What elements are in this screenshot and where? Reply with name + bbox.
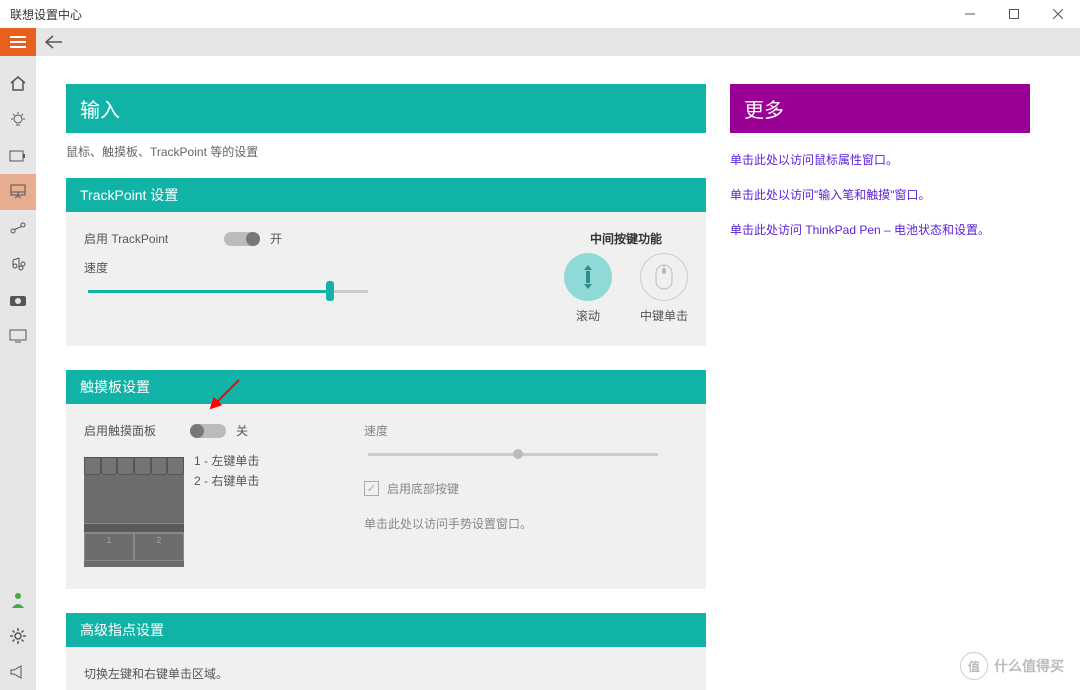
- middle-button-label: 中间按键功能: [564, 230, 688, 247]
- topbar: [0, 28, 1080, 56]
- middle-scroll-option[interactable]: 滚动: [564, 253, 612, 324]
- network-icon: [9, 221, 27, 235]
- touchpad-panel: 触摸板设置 启用触摸面板 关: [66, 370, 706, 589]
- sidebar-item-power[interactable]: [0, 138, 36, 174]
- audio-icon: [9, 256, 27, 272]
- sidebar-item-network[interactable]: [0, 210, 36, 246]
- trackpoint-speed-label: 速度: [84, 259, 214, 276]
- enable-touchpad-label: 启用触摸面板: [84, 422, 180, 439]
- megaphone-icon: [9, 664, 27, 680]
- mouse-icon: [655, 264, 673, 290]
- enable-trackpoint-toggle[interactable]: [224, 232, 260, 246]
- back-button[interactable]: [36, 28, 72, 56]
- bulb-icon: [9, 111, 27, 129]
- touchpad-speed-label: 速度: [364, 422, 688, 439]
- sidebar-item-display[interactable]: [0, 318, 36, 354]
- window-minimize-button[interactable]: [948, 0, 992, 28]
- camera-icon: [9, 293, 27, 307]
- hamburger-menu-button[interactable]: [0, 28, 36, 56]
- page-subtitle: 鼠标、触摸板、TrackPoint 等的设置: [66, 133, 706, 178]
- window-maximize-button[interactable]: [992, 0, 1036, 28]
- mouse-properties-link[interactable]: 单击此处以访问鼠标属性窗口。: [730, 151, 1030, 168]
- enable-touchpad-state: 关: [236, 422, 248, 439]
- gesture-settings-link[interactable]: 单击此处以访问手势设置窗口。: [364, 515, 688, 532]
- sidebar-item-audio[interactable]: [0, 246, 36, 282]
- enable-touchpad-toggle[interactable]: [190, 424, 226, 438]
- aside-title: 更多: [730, 84, 1030, 133]
- enable-trackpoint-label: 启用 TrackPoint: [84, 230, 214, 247]
- advanced-panel-title: 高级指点设置: [66, 613, 706, 647]
- legend-right-click: 2 - 右键单击: [194, 471, 259, 491]
- watermark: 值 什么值得买: [960, 652, 1064, 680]
- enable-trackpoint-state: 开: [270, 230, 282, 247]
- trackpoint-speed-slider[interactable]: [88, 290, 368, 293]
- swap-buttons-label: 切换左键和右键单击区域。: [84, 665, 688, 682]
- touchpad-icon: [9, 183, 27, 201]
- sidebar: [0, 56, 36, 690]
- sidebar-item-camera[interactable]: [0, 282, 36, 318]
- middle-click-option[interactable]: 中键单击: [640, 253, 688, 324]
- window-close-button[interactable]: [1036, 0, 1080, 28]
- sidebar-item-user[interactable]: [0, 582, 36, 618]
- touchpad-panel-title: 触摸板设置: [66, 370, 706, 404]
- legend-left-click: 1 - 左键单击: [194, 451, 259, 471]
- trackpoint-panel-title: TrackPoint 设置: [66, 178, 706, 212]
- advanced-panel: 高级指点设置 切换左键和右键单击区域。 关 需要为出厂默认设置: [66, 613, 706, 690]
- page-title: 输入: [66, 84, 706, 133]
- sidebar-item-tips[interactable]: [0, 102, 36, 138]
- home-icon: [9, 75, 27, 93]
- sidebar-item-settings[interactable]: [0, 618, 36, 654]
- scroll-icon: [578, 263, 598, 291]
- sidebar-item-home[interactable]: [0, 66, 36, 102]
- pen-touch-link[interactable]: 单击此处以访问"输入笔和触摸"窗口。: [730, 186, 1030, 203]
- sidebar-item-input[interactable]: [0, 174, 36, 210]
- enable-bottom-buttons-checkbox[interactable]: ✓ 启用底部按键: [364, 480, 688, 497]
- display-icon: [9, 329, 27, 343]
- user-icon: [11, 592, 25, 608]
- thinkpad-pen-link[interactable]: 单击此处访问 ThinkPad Pen – 电池状态和设置。: [730, 221, 1030, 238]
- gear-icon: [9, 627, 27, 645]
- window-title: 联想设置中心: [10, 6, 82, 23]
- touchpad-diagram: 12: [84, 457, 184, 567]
- trackpoint-panel: TrackPoint 设置 启用 TrackPoint 开 速度: [66, 178, 706, 346]
- battery-icon: [9, 150, 27, 162]
- sidebar-item-announce[interactable]: [0, 654, 36, 690]
- touchpad-speed-slider: [368, 453, 658, 456]
- window-titlebar: 联想设置中心: [0, 0, 1080, 28]
